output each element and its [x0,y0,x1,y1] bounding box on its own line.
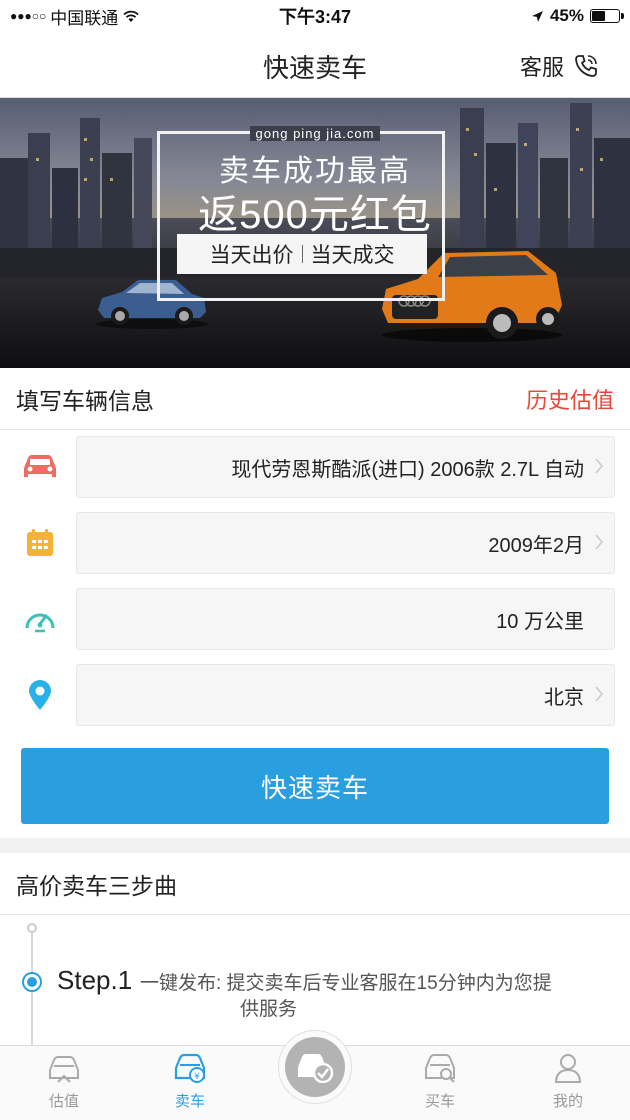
tab-buy[interactable]: 买车 [400,1052,480,1120]
reg-date-value: 2009年2月 [488,534,584,557]
speedometer-icon [20,602,60,636]
valuation-car-icon [49,1056,79,1083]
reg-date-row[interactable]: 2009年2月 [0,512,630,574]
mileage-value: 10 万公里 [496,610,584,633]
tab-mine[interactable]: 我的 [528,1052,608,1120]
battery-icon [590,9,624,23]
clock: 下午3:47 [278,7,352,27]
customer-service-label: 客服 [519,55,564,80]
vehicle-info-header: 填写车辆信息 历史估值 [0,368,630,430]
user-icon [554,1054,582,1083]
step-1-desc-line2: 供服务 [240,999,298,1020]
tab-sell-label: 卖车 [174,1093,205,1110]
step-1-desc-line1: 一键发布: 提交卖车后专业客服在15分钟内为您提 [140,973,552,994]
center-tab-circle [285,1037,345,1097]
banner-headline-2: 返500元红包 [198,193,432,237]
banner-tag-divider [301,245,303,263]
tab-center-quick-sell[interactable] [278,1030,352,1104]
chevron-right-icon [595,534,603,550]
steps-list: Step.1 一键发布: 提交卖车后专业客服在15分钟内为您提 供服务 [0,915,630,1045]
city-value: 北京 [544,686,584,709]
banner-tag-box: 当天出价 当天成交 [177,234,427,274]
steps-header: 高价卖车三步曲 [0,853,630,915]
promo-banner[interactable]: gong ping jia.com 卖车成功最高 返500元红包 当天出价 当天… [0,98,630,368]
chevron-right-icon [595,686,603,702]
city-row[interactable]: 北京 [0,664,630,726]
location-pin-icon [20,678,60,712]
tab-sell[interactable]: ¥ 卖车 [150,1052,230,1120]
step-marker [22,972,42,992]
reg-date-field[interactable]: 2009年2月 [76,512,615,574]
city-field[interactable]: 北京 [76,664,615,726]
model-field[interactable]: 现代劳恩斯酷派(进口) 2006款 2.7L 自动 [76,436,615,498]
banner-tag-right: 当天成交 [310,244,395,267]
car-check-icon [298,1054,334,1083]
tab-buy-label: 买车 [424,1093,455,1110]
quick-sell-button[interactable]: 快速卖车 [21,748,609,824]
svg-text:¥: ¥ [194,1072,200,1082]
customer-service-button[interactable]: 客服 [520,50,600,82]
tab-valuation-label: 估值 [48,1093,79,1110]
step-1-description: 一键发布: 提交卖车后专业客服在15分钟内为您提 供服务 [140,971,612,1023]
model-row[interactable]: 现代劳恩斯酷派(进口) 2006款 2.7L 自动 [0,436,630,498]
vehicle-info-title: 填写车辆信息 [16,387,154,414]
buy-car-icon [425,1054,455,1083]
status-bar: ●●●○○ 中国联通 下午3:47 45% [0,0,630,32]
steps-title: 高价卖车三步曲 [16,872,177,899]
sell-car-icon: ¥ [174,1053,206,1083]
step-1-name: Step.1 [57,965,133,995]
mileage-row[interactable]: 10 万公里 [0,588,630,650]
chevron-right-icon [595,458,603,474]
mileage-field[interactable]: 10 万公里 [76,588,615,650]
timeline-start-dot [27,923,37,933]
calendar-icon [20,526,60,560]
nav-bar: 快速卖车 客服 [0,32,630,98]
tab-valuation[interactable]: 估值 [24,1052,104,1120]
banner-site: gong ping jia.com [0,126,630,141]
banner-tag-left: 当天出价 [209,244,294,267]
car-icon [20,450,60,484]
vehicle-form: 现代劳恩斯酷派(进口) 2006款 2.7L 自动 2009年2月 10 万公里… [0,430,630,838]
phone-icon [575,55,597,77]
history-valuation-link[interactable]: 历史估值 [526,383,614,415]
tab-mine-label: 我的 [552,1093,583,1110]
model-value: 现代劳恩斯酷派(进口) 2006款 2.7L 自动 [231,458,584,481]
